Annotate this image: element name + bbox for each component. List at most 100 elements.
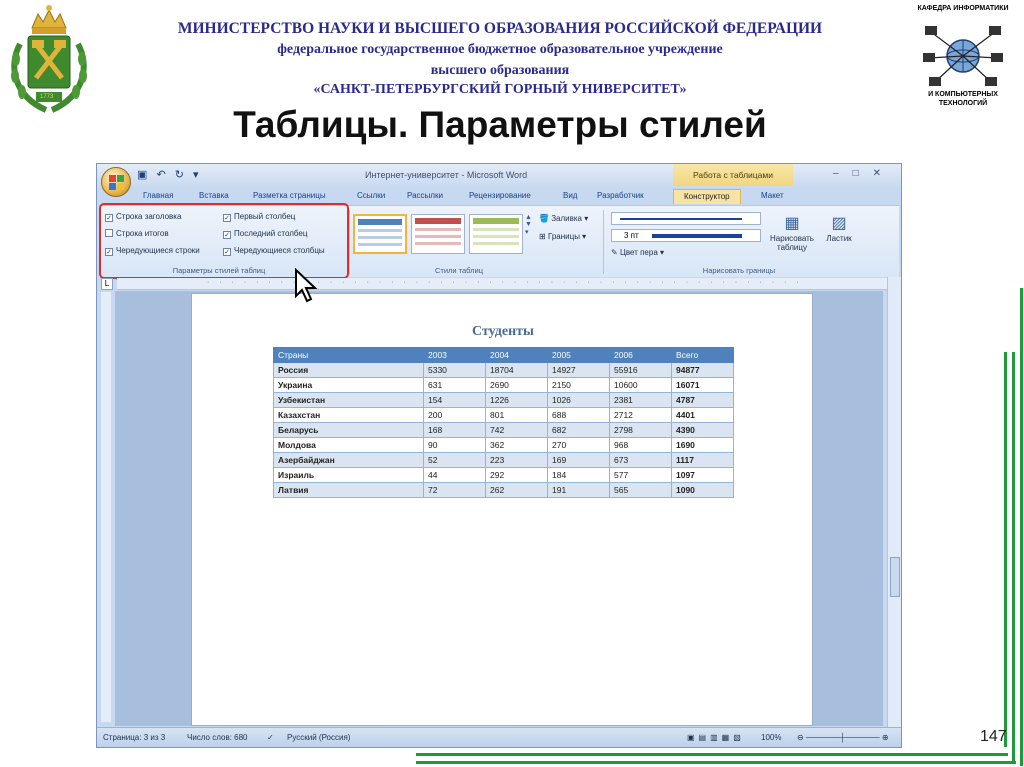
- slide-page-number: 147: [980, 728, 1007, 745]
- country-cell[interactable]: Казахстан: [273, 407, 424, 423]
- value-cell[interactable]: 565: [609, 482, 672, 498]
- country-cell[interactable]: Азербайджан: [273, 452, 424, 468]
- value-cell[interactable]: 801: [485, 407, 548, 423]
- zoom-slider[interactable]: ⊖ ──────┼────── ⊕: [797, 733, 889, 742]
- table-style-red[interactable]: [411, 214, 465, 254]
- total-cell[interactable]: 16071: [671, 377, 734, 393]
- view-buttons[interactable]: ▣▤▥▦▧: [687, 733, 745, 742]
- value-cell[interactable]: 5330: [423, 362, 486, 378]
- total-cell[interactable]: 1097: [671, 467, 734, 483]
- value-cell[interactable]: 2690: [485, 377, 548, 393]
- vertical-scrollbar[interactable]: [887, 277, 901, 727]
- tab-developer[interactable]: Разработчик: [597, 191, 644, 200]
- value-cell[interactable]: 184: [547, 467, 610, 483]
- value-cell[interactable]: 292: [485, 467, 548, 483]
- value-cell[interactable]: 2798: [609, 422, 672, 438]
- department-logo-bottom: И КОМПЬЮТЕРНЫХ ТЕХНОЛОГИЙ: [928, 91, 998, 107]
- value-cell[interactable]: 1226: [485, 392, 548, 408]
- total-cell[interactable]: 94877: [671, 362, 734, 378]
- value-cell[interactable]: 262: [485, 482, 548, 498]
- value-cell[interactable]: 154: [423, 392, 486, 408]
- tab-review[interactable]: Рецензирование: [469, 191, 531, 200]
- tab-selector[interactable]: L: [101, 278, 113, 290]
- tab-view[interactable]: Вид: [563, 191, 577, 200]
- value-cell[interactable]: 169: [547, 452, 610, 468]
- total-cell[interactable]: 1690: [671, 437, 734, 453]
- tab-layout[interactable]: Макет: [761, 191, 784, 200]
- status-word-count[interactable]: Число слов: 680: [187, 733, 247, 742]
- country-cell[interactable]: Беларусь: [273, 422, 424, 438]
- status-page[interactable]: Страница: 3 из 3: [103, 733, 165, 742]
- value-cell[interactable]: 2150: [547, 377, 610, 393]
- table-row: Азербайджан 52 223 169 673 1117: [273, 452, 734, 468]
- tab-references[interactable]: Ссылки: [357, 191, 385, 200]
- country-cell[interactable]: Россия: [273, 362, 424, 378]
- country-cell[interactable]: Украина: [273, 377, 424, 393]
- value-cell[interactable]: 631: [423, 377, 486, 393]
- value-cell[interactable]: 55916: [609, 362, 672, 378]
- horizontal-ruler[interactable]: · · · · · · · · · · · · · · · · · · · · …: [117, 278, 889, 290]
- total-cell[interactable]: 4390: [671, 422, 734, 438]
- country-cell[interactable]: Израиль: [273, 467, 424, 483]
- column-header: 2006: [609, 347, 672, 363]
- value-cell[interactable]: 191: [547, 482, 610, 498]
- country-cell[interactable]: Молдова: [273, 437, 424, 453]
- document-page[interactable]: Студенты Страны 2003 2004 2005 2006 Всег…: [191, 293, 813, 726]
- spellcheck-icon[interactable]: ✓: [267, 733, 274, 742]
- column-header: 2003: [423, 347, 486, 363]
- table-row: Израиль 44 292 184 577 1097: [273, 467, 734, 483]
- pen-color-button[interactable]: ✎ Цвет пера ▾: [611, 248, 664, 257]
- eraser-button[interactable]: ▨ Ластик: [821, 214, 857, 243]
- pen-style-select[interactable]: [611, 212, 761, 225]
- value-cell[interactable]: 1026: [547, 392, 610, 408]
- value-cell[interactable]: 688: [547, 407, 610, 423]
- country-cell[interactable]: Узбекистан: [273, 392, 424, 408]
- tab-page-layout[interactable]: Разметка страницы: [253, 191, 326, 200]
- tab-insert[interactable]: Вставка: [199, 191, 229, 200]
- value-cell[interactable]: 168: [423, 422, 486, 438]
- table-style-blue[interactable]: [353, 214, 407, 254]
- value-cell[interactable]: 682: [547, 422, 610, 438]
- value-cell[interactable]: 673: [609, 452, 672, 468]
- value-cell[interactable]: 90: [423, 437, 486, 453]
- table-style-green[interactable]: [469, 214, 523, 254]
- scrollbar-thumb[interactable]: [890, 557, 900, 597]
- borders-button[interactable]: ⊞ Границы ▾: [539, 232, 586, 241]
- value-cell[interactable]: 2381: [609, 392, 672, 408]
- value-cell[interactable]: 2712: [609, 407, 672, 423]
- total-cell[interactable]: 4787: [671, 392, 734, 408]
- value-cell[interactable]: 577: [609, 467, 672, 483]
- value-cell[interactable]: 223: [485, 452, 548, 468]
- gallery-scroll-icon[interactable]: ▲ ▼ ▾: [525, 214, 532, 236]
- zoom-level[interactable]: 100%: [761, 733, 781, 742]
- value-cell[interactable]: 52: [423, 452, 486, 468]
- value-cell[interactable]: 18704: [485, 362, 548, 378]
- value-cell[interactable]: 968: [609, 437, 672, 453]
- department-logo-top: КАФЕДРА ИНФОРМАТИКИ: [917, 5, 1009, 12]
- shading-button[interactable]: 🪣 Заливка ▾: [539, 214, 588, 223]
- value-cell[interactable]: 10600: [609, 377, 672, 393]
- institution-type: федеральное государственное бюджетное об…: [277, 42, 723, 57]
- value-cell[interactable]: 362: [485, 437, 548, 453]
- total-cell[interactable]: 1117: [671, 452, 734, 468]
- total-cell[interactable]: 4401: [671, 407, 734, 423]
- value-cell[interactable]: 14927: [547, 362, 610, 378]
- value-cell[interactable]: 72: [423, 482, 486, 498]
- tab-design[interactable]: Конструктор: [673, 189, 741, 204]
- total-cell[interactable]: 1090: [671, 482, 734, 498]
- quick-access-toolbar[interactable]: ▣ ↶ ↻ ▾: [137, 168, 202, 181]
- tab-mailings[interactable]: Рассылки: [407, 191, 443, 200]
- value-cell[interactable]: 200: [423, 407, 486, 423]
- tab-home[interactable]: Главная: [143, 191, 173, 200]
- word-window: ▣ ↶ ↻ ▾ Интернет-университет - Microsoft…: [96, 163, 902, 748]
- draw-table-button[interactable]: ▦ Нарисовать таблицу: [767, 214, 817, 252]
- pen-weight-select[interactable]: 3 пт: [611, 229, 761, 242]
- value-cell[interactable]: 742: [485, 422, 548, 438]
- status-language[interactable]: Русский (Россия): [287, 733, 350, 742]
- value-cell[interactable]: 270: [547, 437, 610, 453]
- value-cell[interactable]: 44: [423, 467, 486, 483]
- window-controls[interactable]: –□✕: [833, 168, 895, 179]
- country-cell[interactable]: Латвия: [273, 482, 424, 498]
- office-button[interactable]: [101, 167, 131, 197]
- table-header-row: Страны 2003 2004 2005 2006 Всего: [273, 347, 734, 363]
